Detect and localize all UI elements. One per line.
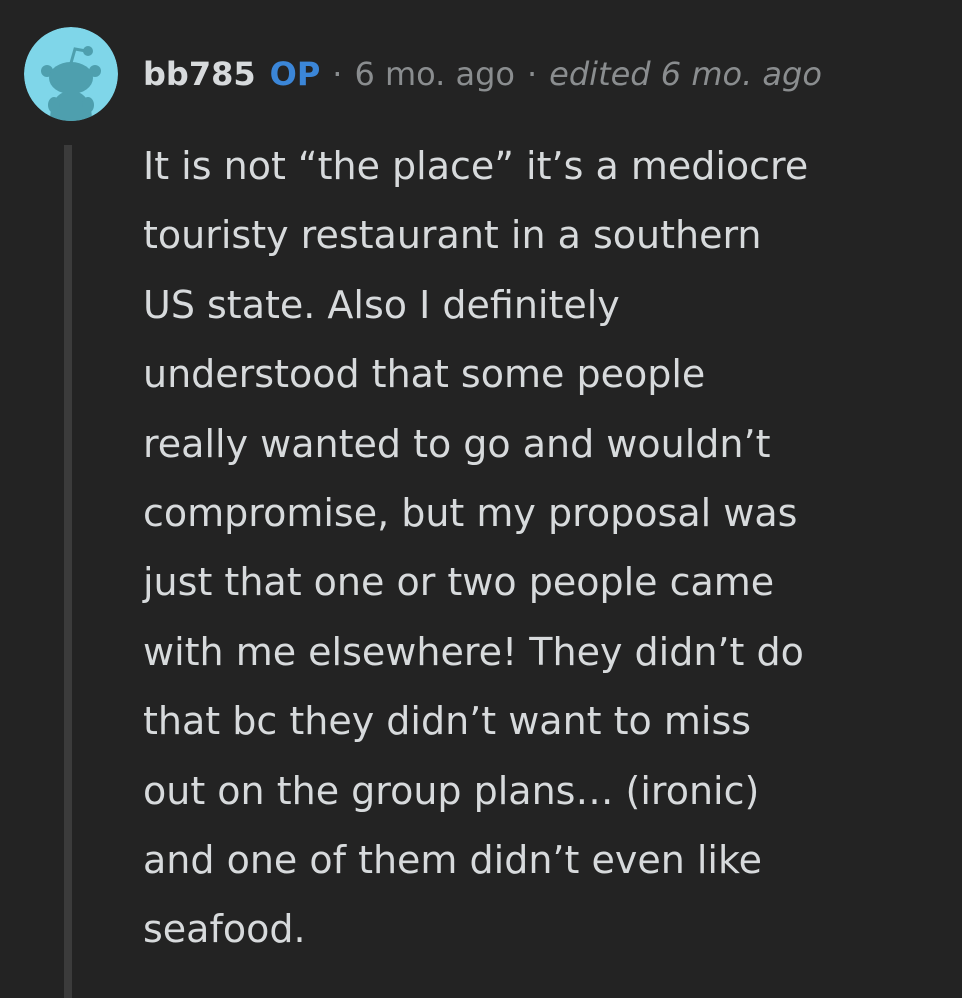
comment-body-line: touristy restaurant in a southern bbox=[143, 213, 762, 258]
user-avatar[interactable] bbox=[24, 27, 118, 121]
author-username[interactable]: bb785 bbox=[143, 55, 256, 93]
comment-body-line: really wanted to go and wouldn’t bbox=[143, 421, 771, 466]
comment-body-line: It is not “the place” it’s a mediocre bbox=[143, 144, 809, 188]
comment-body-line: that bc they didn’t want to miss bbox=[143, 699, 752, 744]
posted-time[interactable]: 6 mo. ago bbox=[354, 55, 515, 93]
edited-label: edited 6 mo. ago bbox=[549, 55, 822, 93]
comment-body-line: US state. Also I definitely bbox=[143, 282, 620, 327]
comment: bb785 OP · 6 mo. ago · edited 6 mo. ago … bbox=[0, 0, 962, 998]
thread-collapse-line[interactable] bbox=[64, 145, 72, 998]
meta-separator: · bbox=[332, 55, 343, 93]
snoo-avatar-icon bbox=[24, 27, 118, 121]
comment-meta: bb785 OP · 6 mo. ago · edited 6 mo. ago bbox=[143, 52, 822, 96]
op-badge: OP bbox=[269, 55, 321, 93]
comment-body: It is not “the place” it’s a mediocre to… bbox=[143, 132, 933, 965]
comment-body-line: understood that some people bbox=[143, 352, 706, 397]
comment-body-line: seafood. bbox=[143, 907, 306, 952]
comment-body-line: just that one or two people came bbox=[143, 560, 775, 605]
comment-body-line: and one of them didn’t even like bbox=[143, 838, 763, 883]
comment-body-line: out on the group plans… (ironic) bbox=[143, 768, 760, 813]
comment-body-line: compromise, but my proposal was bbox=[143, 491, 798, 536]
meta-separator: · bbox=[527, 55, 538, 93]
comment-body-line: with me elsewhere! They didn’t do bbox=[143, 629, 804, 674]
